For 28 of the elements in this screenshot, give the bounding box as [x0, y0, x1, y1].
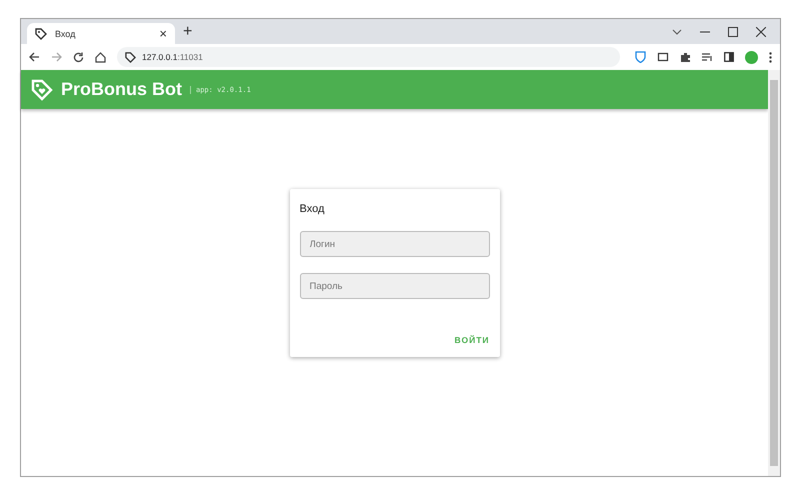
minimize-icon[interactable]	[700, 30, 710, 32]
shield-icon[interactable]	[635, 51, 646, 63]
scrollbar[interactable]	[768, 70, 780, 476]
profile-avatar[interactable]	[745, 50, 758, 64]
app-title: ProBonus Bot	[61, 79, 182, 100]
address-bar[interactable]: 127.0.0.1:11031	[117, 47, 620, 67]
home-icon[interactable]	[95, 52, 106, 62]
close-tab-button[interactable]: ×	[159, 26, 167, 41]
card-title: Вход	[300, 203, 326, 215]
screenshot-icon[interactable]	[657, 52, 669, 62]
input-field[interactable]: Пароль	[300, 273, 490, 299]
tag-heart-icon	[31, 78, 53, 100]
menu-icon[interactable]	[769, 52, 772, 62]
back-icon[interactable]	[29, 52, 40, 62]
side-panel-icon[interactable]	[724, 52, 734, 62]
tag-icon	[35, 28, 47, 40]
tab-title: Вход	[55, 28, 76, 38]
puzzle-icon[interactable]	[680, 52, 691, 62]
playlist-icon[interactable]	[702, 52, 713, 62]
tag-icon	[125, 52, 136, 62]
input-field[interactable]: Логин	[300, 231, 490, 257]
chevron-down-icon[interactable]	[672, 28, 682, 34]
close-icon[interactable]	[756, 26, 766, 36]
url-text: 127.0.0.1:11031	[142, 52, 203, 62]
browser-tab[interactable]: Вход ×	[27, 23, 175, 44]
maximize-icon[interactable]	[728, 26, 738, 36]
new-tab-button[interactable]: +	[183, 22, 192, 40]
reload-icon[interactable]	[73, 52, 84, 62]
